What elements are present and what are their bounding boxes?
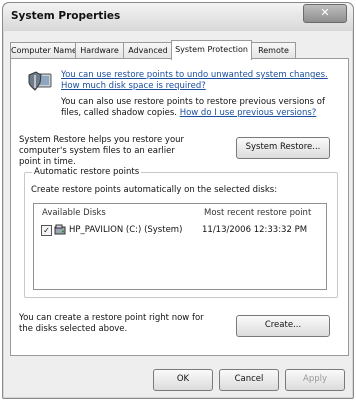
disk-recent-restore: 11/13/2006 12:33:32 PM — [202, 225, 308, 235]
system-restore-text: System Restore helps you restore your co… — [19, 135, 185, 167]
disk-checkbox[interactable]: ✓ — [41, 225, 52, 236]
tab-system-protection[interactable]: System Protection — [171, 40, 252, 60]
disk-space-link[interactable]: How much disk space is required? — [61, 81, 206, 91]
title-bar: System Properties ✕ — [3, 3, 353, 31]
disk-name: HP_PAVILION (C:) (System) — [69, 225, 183, 235]
system-restore-button[interactable]: System Restore... — [236, 137, 330, 159]
tab-computer-name[interactable]: Computer Name — [10, 42, 77, 59]
window-title: System Properties — [11, 10, 121, 22]
tab-hardware[interactable]: Hardware — [75, 42, 124, 59]
available-disks-list[interactable]: Available Disks Most recent restore poin… — [33, 203, 327, 290]
create-restore-text: You can create a restore point right now… — [19, 313, 204, 334]
system-protection-panel: You can use restore points to undo unwan… — [10, 58, 349, 356]
close-button[interactable]: ✕ — [303, 4, 347, 23]
column-most-recent[interactable]: Most recent restore point — [204, 208, 311, 218]
apply-button[interactable]: Apply — [285, 369, 345, 391]
restore-points-intro: You can use restore points to undo unwan… — [61, 70, 328, 80]
system-protection-icon — [28, 71, 52, 91]
hard-drive-icon — [54, 224, 66, 235]
column-available-disks[interactable]: Available Disks — [42, 208, 106, 218]
cancel-button[interactable]: Cancel — [219, 369, 279, 391]
create-button[interactable]: Create... — [236, 315, 330, 337]
group-label: Automatic restore points — [32, 167, 142, 177]
tab-remote[interactable]: Remote — [251, 42, 296, 59]
intro-text: You can use restore points to undo unwan… — [61, 70, 341, 92]
auto-restore-description: Create restore points automatically on t… — [31, 185, 278, 195]
previous-versions-link[interactable]: How do I use previous versions? — [180, 108, 317, 118]
ok-button[interactable]: OK — [153, 369, 213, 391]
automatic-restore-points-group: Automatic restore points Create restore … — [24, 167, 338, 298]
disk-row[interactable]: ✓ HP_PAVILION (C:) (System) 11/13/2006 1… — [38, 224, 320, 238]
close-icon: ✕ — [320, 6, 330, 19]
tab-strip: Computer Name Hardware Advanced System P… — [10, 40, 347, 60]
tab-advanced[interactable]: Advanced — [123, 42, 173, 59]
dialog-buttons: OK Cancel Apply — [3, 360, 353, 396]
system-properties-window: System Properties ✕ Computer Name Hardwa… — [2, 2, 354, 399]
shadow-copy-text: You can also use restore points to resto… — [61, 97, 341, 119]
